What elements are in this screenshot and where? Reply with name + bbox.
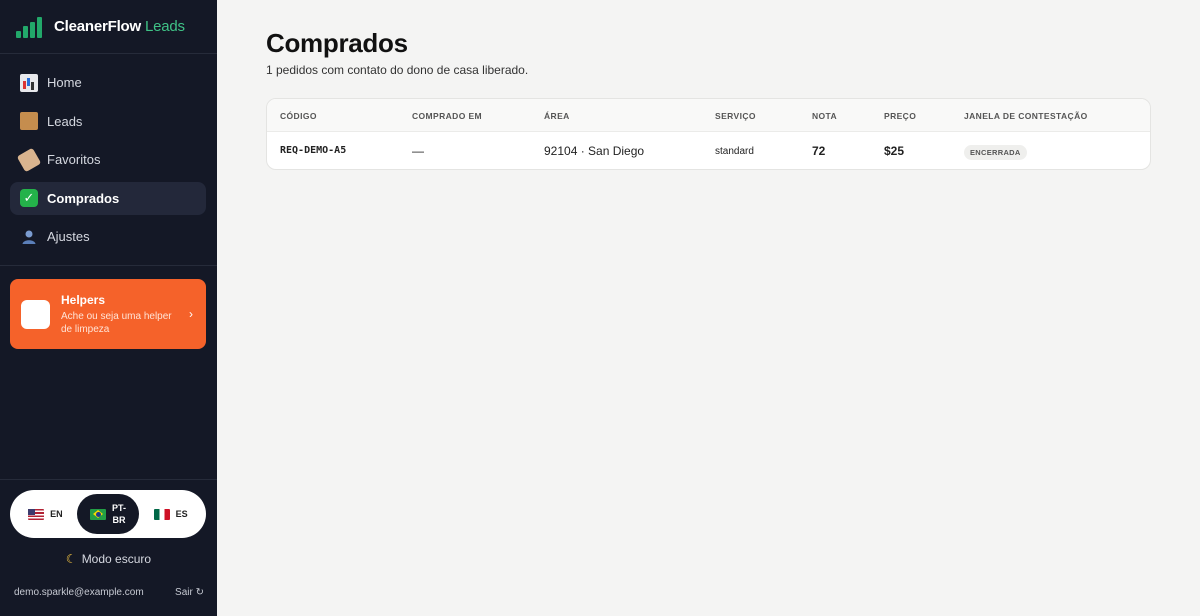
cell-service: standard: [715, 146, 754, 157]
brand-name-main: CleanerFlow: [54, 18, 141, 35]
chart-icon: [20, 73, 38, 92]
tag-icon: [16, 147, 42, 172]
cell-purchased-at: —: [412, 144, 424, 158]
sidebar-item-label: Leads: [47, 113, 83, 129]
us-flag-icon: [28, 508, 45, 520]
page-subtitle: 1 pedidos com contato do dono de casa li…: [266, 63, 529, 77]
sidebar-item-settings[interactable]: Ajustes: [10, 220, 206, 253]
sidebar-nav: Home Leads Favoritos ✓ Comprados Ajustes: [0, 54, 217, 253]
sidebar-divider: [0, 265, 217, 266]
table-header: CÓDIGO COMPRADO EM ÁREA SERVIÇO NOTA PRE…: [267, 99, 1150, 132]
column-header-dispute-window[interactable]: JANELA DE CONTESTAÇÃO: [964, 111, 1088, 121]
brand-name-accent: Leads: [144, 18, 185, 35]
chevron-right-icon: ›: [189, 307, 193, 321]
sidebar-item-purchased[interactable]: ✓ Comprados: [10, 181, 206, 215]
status-badge: ENCERRADA: [964, 145, 1027, 160]
mx-flag-icon: [153, 508, 170, 520]
sidebar-item-label: Comprados: [47, 190, 120, 206]
helpers-description: Ache ou seja uma helper de limpeza: [61, 310, 172, 335]
language-option-es[interactable]: ES: [139, 494, 202, 534]
br-flag-icon: [90, 508, 106, 520]
helpers-title: Helpers: [61, 292, 106, 307]
helpers-icon: [21, 299, 50, 329]
box-icon: [20, 112, 38, 130]
sidebar-item-label: Home: [47, 75, 82, 90]
user-icon: [20, 228, 38, 246]
sidebar-item-label: Ajustes: [47, 229, 90, 244]
sidebar-item-label: Favoritos: [47, 152, 101, 167]
cell-area: 92104 · San Diego: [544, 144, 645, 158]
language-code: ES: [175, 509, 188, 519]
cell-code: REQ-DEMO-A5: [280, 145, 347, 156]
user-email: demo.sparkle@example.com: [14, 587, 144, 598]
sidebar: CleanerFlow Leads Home Leads Favoritos ✓…: [0, 0, 217, 616]
language-code: PT- BR: [112, 502, 126, 526]
logout-label: Sair: [175, 587, 193, 598]
main-content: Comprados 1 pedidos com contato do dono …: [217, 0, 1200, 616]
language-option-pt-br[interactable]: PT- BR: [76, 494, 140, 534]
table-row[interactable]: REQ-DEMO-A5 — 92104 · San Diego standard…: [267, 132, 1150, 169]
column-header-price[interactable]: PREÇO: [884, 111, 916, 121]
logout-button[interactable]: Sair ↻: [175, 587, 204, 598]
dark-mode-label: Modo escuro: [81, 552, 152, 566]
brand-name: CleanerFlow Leads: [54, 18, 185, 35]
moon-icon: ☾: [65, 552, 77, 566]
helpers-text: Helpers Ache ou seja uma helper de limpe…: [61, 293, 185, 336]
dark-mode-toggle[interactable]: ☾ Modo escuro: [0, 552, 217, 566]
language-switcher: EN PT- BR ES: [10, 490, 206, 538]
language-option-en[interactable]: EN: [14, 494, 77, 534]
logout-icon: ↻: [195, 587, 204, 598]
sidebar-item-favorites[interactable]: Favoritos: [10, 143, 206, 176]
check-icon: ✓: [20, 189, 38, 207]
column-header-score[interactable]: NOTA: [812, 111, 837, 121]
bar-chart-logo-icon: [16, 16, 42, 38]
sidebar-item-leads[interactable]: Leads: [10, 105, 206, 138]
language-code-line2: BR: [112, 515, 126, 525]
page-title: Comprados: [266, 28, 408, 58]
sidebar-bottom-divider: [0, 479, 217, 480]
column-header-area[interactable]: ÁREA: [544, 111, 570, 121]
column-header-purchased-at[interactable]: COMPRADO EM: [412, 111, 482, 121]
column-header-service[interactable]: SERVIÇO: [715, 111, 756, 121]
sidebar-item-home[interactable]: Home: [10, 66, 206, 99]
user-row: demo.sparkle@example.com Sair ↻: [14, 587, 204, 598]
cell-price: $25: [884, 144, 905, 158]
column-header-code[interactable]: CÓDIGO: [280, 111, 317, 121]
brand[interactable]: CleanerFlow Leads: [0, 0, 217, 54]
cell-score: 72: [812, 144, 826, 158]
purchased-table: CÓDIGO COMPRADO EM ÁREA SERVIÇO NOTA PRE…: [266, 98, 1151, 170]
helpers-card[interactable]: Helpers Ache ou seja uma helper de limpe…: [10, 279, 206, 349]
language-code: EN: [50, 509, 63, 519]
language-code-line1: PT-: [112, 503, 127, 513]
